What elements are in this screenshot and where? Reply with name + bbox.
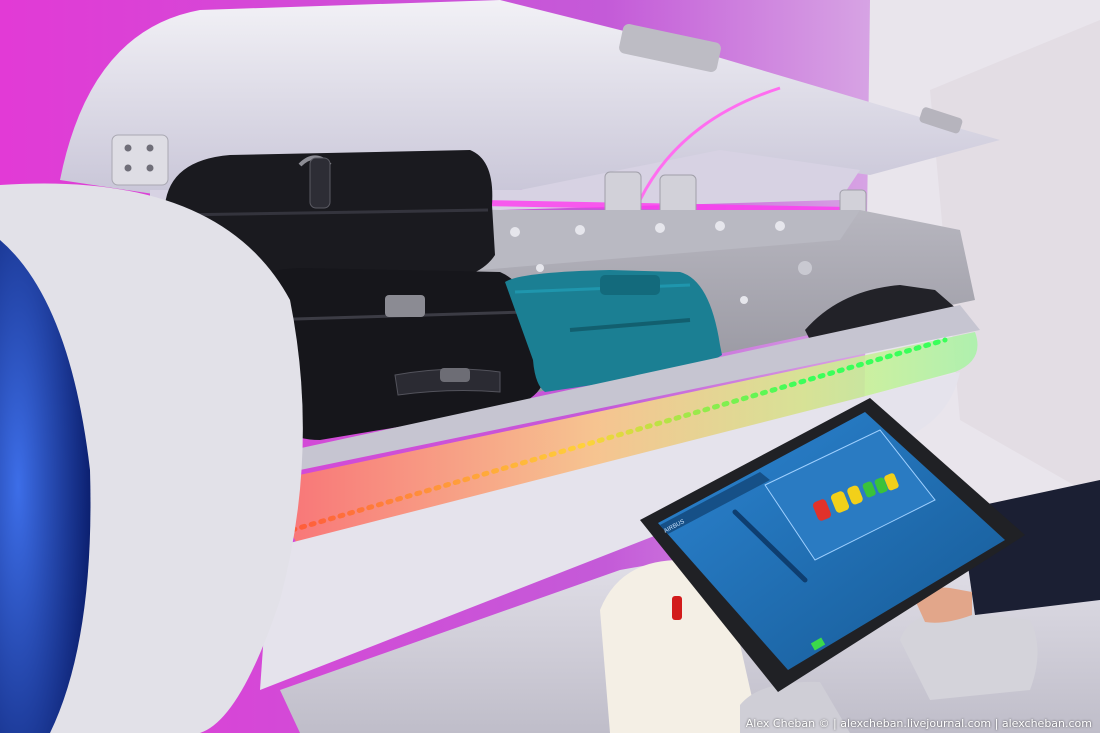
- red-handle: [672, 596, 682, 620]
- hinge-icon: [111, 134, 169, 186]
- cabin-scene: AIRBUS: [0, 0, 1100, 733]
- photo-watermark: Alex Cheban © | alexcheban.livejournal.c…: [745, 717, 1092, 730]
